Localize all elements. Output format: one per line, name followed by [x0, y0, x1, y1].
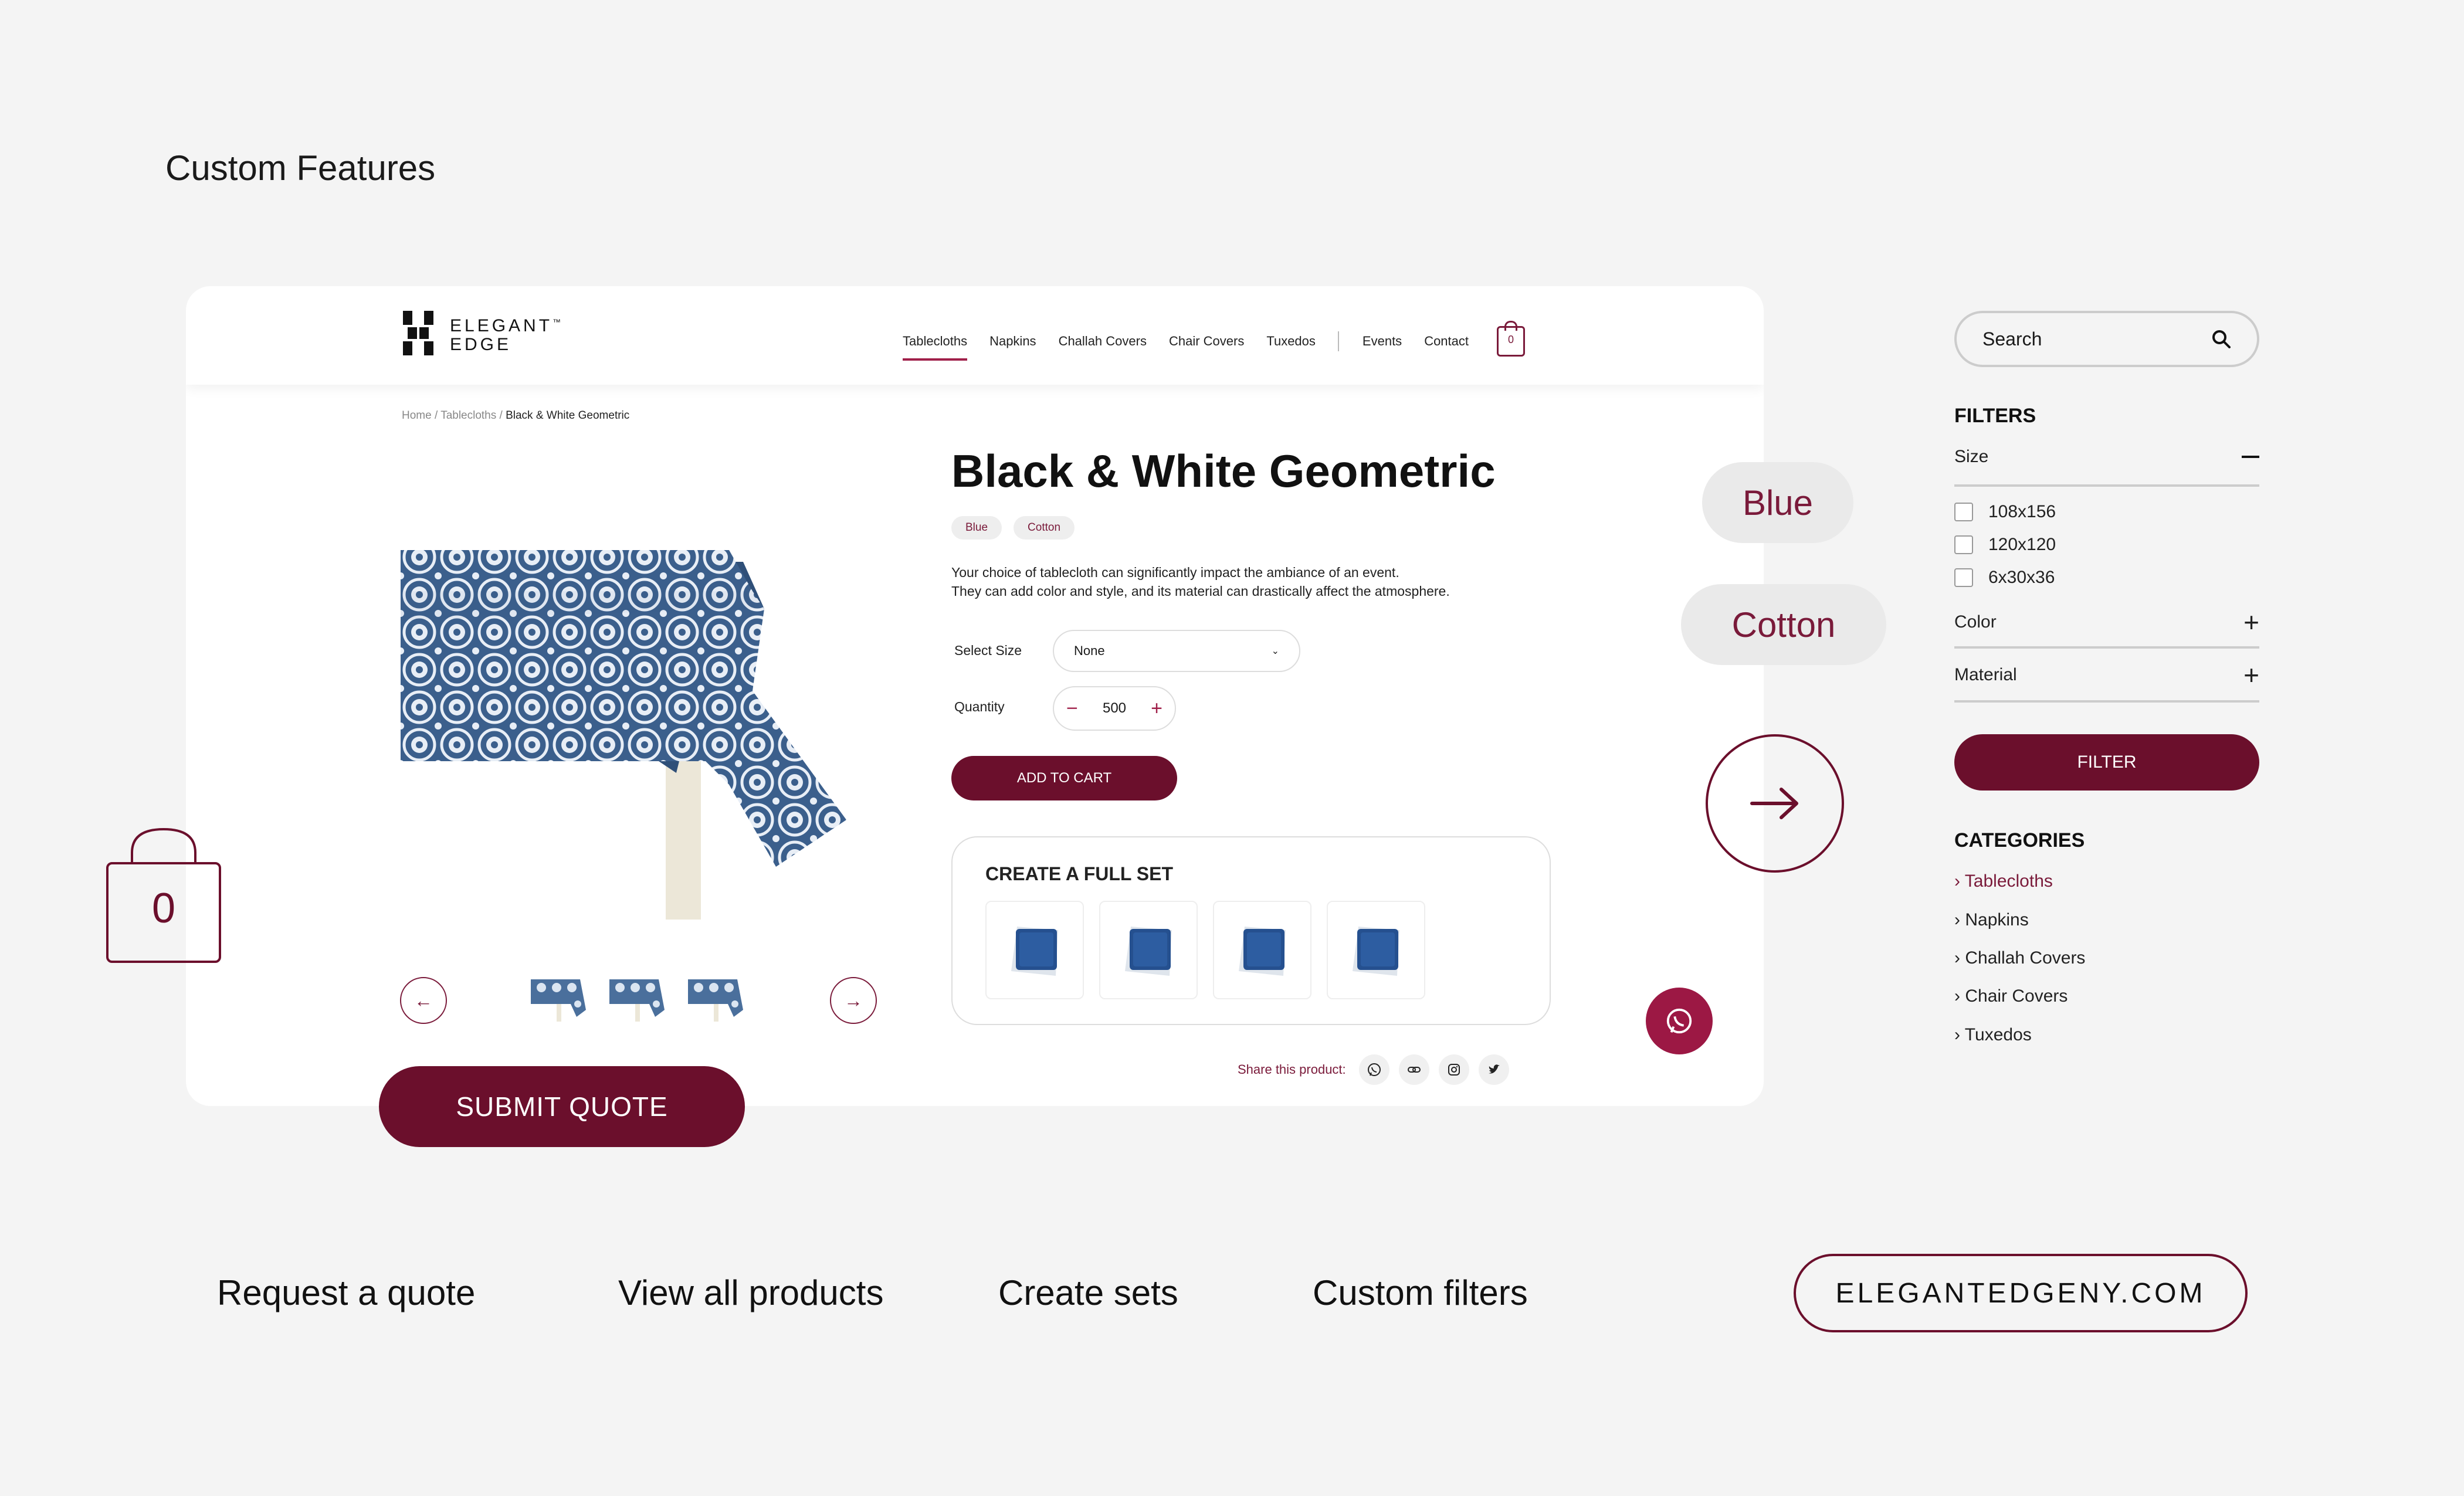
quantity-stepper: − 500 +: [1053, 686, 1176, 731]
navbar: ELEGANT™ EDGE Tablecloths Napkins Challa…: [186, 286, 1764, 385]
page-heading: Custom Features: [165, 148, 436, 188]
thumbnail-1[interactable]: [530, 975, 588, 1024]
link-share-icon[interactable]: [1398, 1054, 1429, 1085]
add-to-cart-button[interactable]: ADD TO CART: [951, 756, 1177, 800]
category-link-challah-covers[interactable]: › Challah Covers: [1954, 948, 2085, 968]
size-select-value: None: [1074, 643, 1105, 658]
material-filter-label: Material: [1954, 665, 2017, 684]
arrow-right-button[interactable]: [1706, 734, 1844, 873]
filter-divider: [1954, 484, 2259, 487]
submit-quote-button[interactable]: SUBMIT QUOTE: [379, 1066, 745, 1147]
filter-divider: [1954, 646, 2259, 649]
size-filter-header[interactable]: Size: [1954, 447, 2259, 467]
filter-button[interactable]: FILTER: [1954, 734, 2259, 791]
set-item-1[interactable]: [985, 901, 1084, 999]
size-label: Select Size: [954, 643, 1022, 658]
arrow-right-icon: [1750, 788, 1798, 819]
feature-create-sets: Create sets: [998, 1273, 1178, 1312]
expand-plus-icon[interactable]: +: [2243, 662, 2259, 688]
whatsapp-chat-button[interactable]: [1646, 988, 1713, 1054]
set-item-4[interactable]: [1327, 901, 1425, 999]
category-link-napkins[interactable]: › Napkins: [1954, 910, 2029, 930]
product-description: Your choice of tablecloth can significan…: [951, 565, 1450, 599]
full-set-title: CREATE A FULL SET: [985, 863, 1173, 884]
twitter-share-icon[interactable]: [1478, 1054, 1509, 1085]
logo-mark-icon: [403, 311, 438, 355]
bag-count: 0: [151, 885, 176, 932]
cart-count: 0: [1508, 334, 1514, 345]
cart-icon[interactable]: 0: [1497, 321, 1526, 357]
search-input[interactable]: Search: [1954, 311, 2259, 367]
tag-chip-color[interactable]: Blue: [951, 516, 1002, 540]
brand-name: ELEGANT™ EDGE: [450, 316, 561, 354]
brand-logo[interactable]: ELEGANT™ EDGE: [403, 311, 561, 355]
nav-item-contact[interactable]: Contact: [1424, 334, 1469, 349]
nav-item-challah-covers[interactable]: Challah Covers: [1059, 334, 1147, 349]
category-link-tablecloths[interactable]: › Tablecloths: [1954, 871, 2053, 891]
breadcrumb-category[interactable]: Tablecloths: [440, 409, 496, 422]
color-filter-label: Color: [1954, 612, 1997, 632]
set-item-2[interactable]: [1099, 901, 1198, 999]
filters-title: FILTERS: [1954, 405, 2036, 427]
whatsapp-icon: [1666, 1008, 1692, 1034]
size-option-120x120[interactable]: 120x120: [1954, 535, 2056, 555]
categories-title: CATEGORIES: [1954, 829, 2085, 852]
checkbox[interactable]: [1954, 535, 1973, 554]
thumbnail-2[interactable]: [608, 975, 667, 1024]
product-title: Black & White Geometric: [951, 445, 1496, 497]
chevron-down-icon: ⌄: [1271, 646, 1279, 656]
collapse-minus-icon[interactable]: [2242, 456, 2259, 458]
material-chip-cotton[interactable]: Cotton: [1681, 584, 1886, 665]
carousel-prev-button[interactable]: ←: [400, 977, 447, 1024]
filter-divider: [1954, 700, 2259, 703]
category-link-chair-covers[interactable]: › Chair Covers: [1954, 986, 2068, 1006]
feature-view-all-products: View all products: [618, 1273, 884, 1312]
feature-custom-filters: Custom filters: [1313, 1273, 1528, 1312]
quantity-value[interactable]: 500: [1103, 700, 1126, 717]
quantity-label: Quantity: [954, 699, 1005, 714]
tag-chip-material[interactable]: Cotton: [1014, 516, 1075, 540]
nav-divider: [1337, 331, 1339, 351]
main-nav: Tablecloths Napkins Challah Covers Chair…: [903, 321, 1526, 361]
color-chip-blue[interactable]: Blue: [1702, 462, 1853, 543]
material-filter-header[interactable]: Material +: [1954, 662, 2259, 688]
search-icon[interactable]: [2211, 329, 2231, 349]
breadcrumb: Home / Tablecloths / Black & White Geome…: [402, 409, 630, 422]
share-bar: Share this product:: [1238, 1054, 1509, 1085]
size-filter-label: Size: [1954, 447, 1989, 466]
size-select[interactable]: None ⌄: [1053, 630, 1300, 672]
color-filter-header[interactable]: Color +: [1954, 609, 2259, 636]
instagram-share-icon[interactable]: [1438, 1054, 1469, 1085]
thumbnail-3[interactable]: [687, 975, 745, 1024]
nav-item-tablecloths[interactable]: Tablecloths: [903, 334, 968, 361]
product-tags: Blue Cotton: [951, 516, 1075, 540]
category-link-tuxedos[interactable]: › Tuxedos: [1954, 1025, 2032, 1045]
checkbox[interactable]: [1954, 568, 1973, 587]
checkbox[interactable]: [1954, 503, 1973, 521]
search-placeholder: Search: [1982, 328, 2042, 350]
nav-item-events[interactable]: Events: [1363, 334, 1402, 349]
full-set-panel: CREATE A FULL SET: [951, 836, 1551, 1025]
nav-item-napkins[interactable]: Napkins: [989, 334, 1036, 349]
set-item-3[interactable]: [1213, 901, 1311, 999]
breadcrumb-current: Black & White Geometric: [506, 409, 630, 422]
quantity-increase-button[interactable]: +: [1151, 697, 1162, 720]
size-option-6x30x36[interactable]: 6x30x36: [1954, 568, 2055, 588]
website-link[interactable]: ELEGANTEDGENY.COM: [1794, 1254, 2248, 1332]
nav-item-tuxedos[interactable]: Tuxedos: [1266, 334, 1316, 349]
nav-item-chair-covers[interactable]: Chair Covers: [1169, 334, 1244, 349]
expand-plus-icon[interactable]: +: [2243, 609, 2259, 636]
product-page-card: ELEGANT™ EDGE Tablecloths Napkins Challa…: [186, 286, 1764, 1106]
whatsapp-share-icon[interactable]: [1358, 1054, 1389, 1085]
size-option-108x156[interactable]: 108x156: [1954, 502, 2056, 522]
carousel-next-button[interactable]: →: [830, 977, 877, 1024]
share-label: Share this product:: [1238, 1062, 1346, 1077]
feature-request-quote: Request a quote: [217, 1273, 476, 1312]
breadcrumb-home[interactable]: Home: [402, 409, 432, 422]
quantity-decrease-button[interactable]: −: [1066, 697, 1078, 720]
product-image: [401, 550, 846, 920]
